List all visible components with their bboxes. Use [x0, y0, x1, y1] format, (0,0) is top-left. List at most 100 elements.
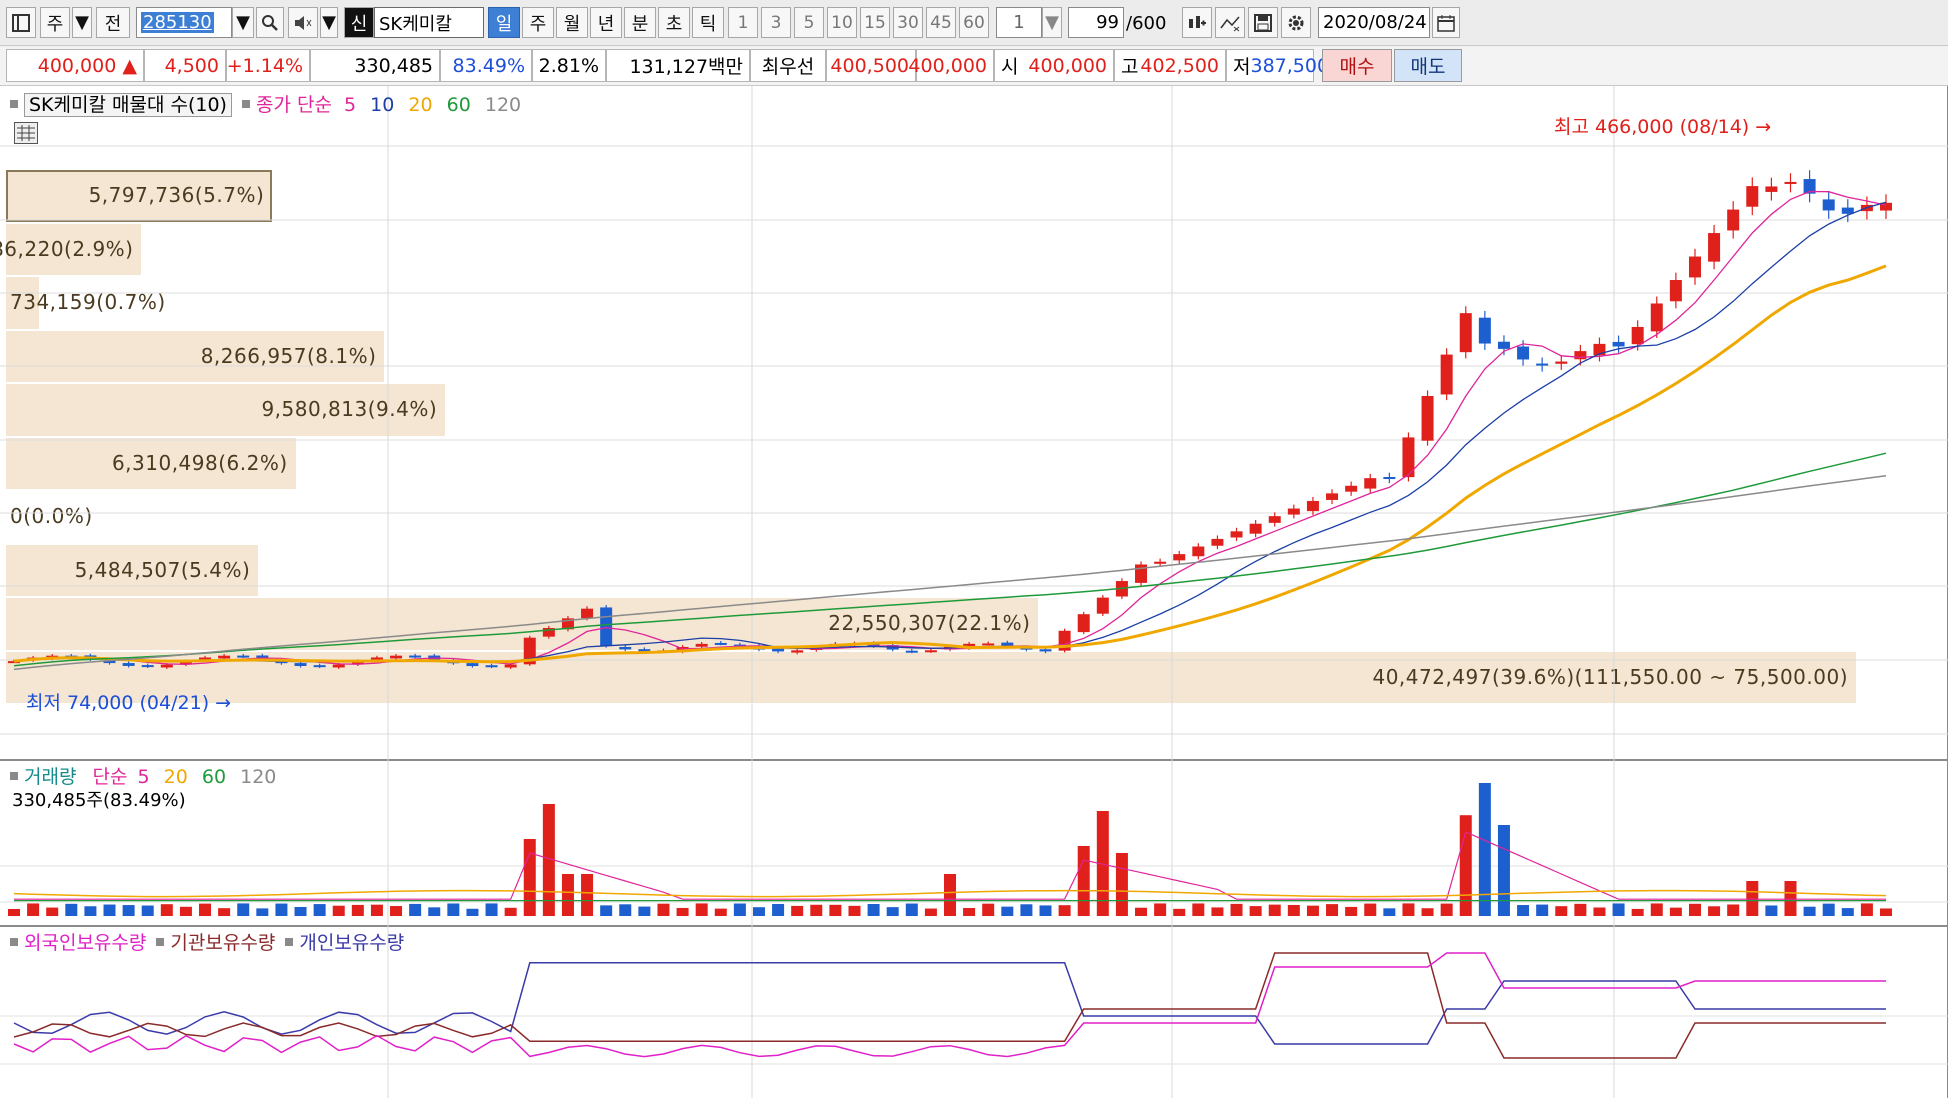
volume-bar — [600, 905, 613, 916]
volume-bar — [1650, 903, 1663, 916]
save-icon[interactable] — [1248, 7, 1278, 38]
period-week[interactable]: 주 — [522, 7, 554, 38]
speaker-icon[interactable] — [288, 7, 318, 38]
best-ask: 400,500 — [826, 49, 916, 82]
volume-bar — [504, 907, 517, 916]
volume-bar — [8, 909, 20, 916]
volume-bar — [1135, 907, 1148, 916]
candle-body — [1612, 341, 1625, 347]
volume-bar — [695, 903, 708, 916]
layout-icon[interactable] — [6, 7, 36, 38]
candle-body — [1765, 186, 1778, 192]
candle-body — [905, 650, 918, 653]
volume-bar — [409, 903, 422, 916]
candle-body — [1708, 233, 1721, 262]
interval-15[interactable]: 15 — [860, 7, 890, 38]
candle-body — [218, 655, 231, 659]
volume-bar — [46, 907, 59, 916]
volume-bar — [714, 908, 727, 916]
individual-holdings-line — [13, 962, 1886, 1045]
interval-1[interactable]: 1 — [728, 7, 758, 38]
speaker-dropdown-icon[interactable]: ▼ — [320, 7, 338, 38]
stock-name-field[interactable]: SK케미칼 — [374, 7, 484, 38]
period-second[interactable]: 초 — [658, 7, 690, 38]
ma60-legend[interactable]: 60 — [447, 94, 471, 116]
individual-holdings-legend[interactable]: 개인보유수량 — [299, 932, 404, 954]
vol-ma20-legend[interactable]: 20 — [164, 766, 188, 788]
stock-code-input[interactable]: 285130 — [136, 7, 232, 38]
stock-type-select[interactable]: 주 — [40, 7, 70, 38]
vol-ma60-legend[interactable]: 60 — [202, 766, 226, 788]
candle-body — [1173, 554, 1186, 561]
interval-input[interactable]: 1 — [996, 7, 1042, 38]
right-arrow-icon: → — [1755, 116, 1772, 138]
high-annotation: 최고 466,000 (08/14) → — [1554, 116, 1772, 138]
ma10-line — [13, 201, 1887, 663]
volume-bar — [581, 874, 594, 916]
candle-body — [390, 655, 403, 659]
volume-bar — [752, 907, 765, 916]
volume-bar — [772, 903, 785, 916]
ma-label[interactable]: 종가 단순 — [256, 94, 332, 116]
volume-bar — [1784, 881, 1797, 916]
indicator-icon[interactable] — [1182, 7, 1212, 38]
stock-type-dropdown-icon[interactable]: ▼ — [72, 7, 92, 38]
volume-ma-label[interactable]: 단순 — [93, 766, 128, 788]
candle-body — [1039, 649, 1052, 652]
volume-bar — [1173, 908, 1186, 916]
period-year[interactable]: 년 — [590, 7, 622, 38]
candle-body — [141, 665, 154, 668]
foreign-holdings-legend[interactable]: 외국인보유수량 — [24, 932, 146, 954]
turnover: 2.81% — [532, 49, 606, 82]
volume-bar — [390, 906, 403, 916]
interval-10[interactable]: 10 — [827, 7, 857, 38]
ma10-legend[interactable]: 10 — [370, 94, 394, 116]
ma5-legend[interactable]: 5 — [344, 94, 356, 116]
volume-bar — [1211, 907, 1224, 916]
vol-ma5-legend[interactable]: 5 — [138, 766, 150, 788]
ma120-legend[interactable]: 120 — [485, 94, 521, 116]
calendar-icon[interactable] — [1432, 7, 1460, 38]
candle-body — [294, 663, 307, 667]
table-icon[interactable] — [14, 122, 38, 144]
candle-body — [1230, 531, 1243, 538]
volume-ratio: 83.49% — [440, 49, 532, 82]
search-icon[interactable] — [256, 7, 284, 38]
date-input[interactable]: 2020/08/24 — [1318, 7, 1430, 38]
trendline-icon[interactable] — [1215, 7, 1245, 38]
period-tick[interactable]: 틱 — [692, 7, 724, 38]
gear-icon[interactable] — [1281, 7, 1311, 38]
institution-holdings-legend[interactable]: 기관보유수량 — [170, 932, 275, 954]
volume-title[interactable]: 거래량 — [24, 766, 76, 788]
buy-button[interactable]: 매수 — [1322, 49, 1392, 82]
interval-5[interactable]: 5 — [794, 7, 824, 38]
up-arrow-icon: ▲ — [122, 54, 137, 77]
sell-button[interactable]: 매도 — [1394, 49, 1462, 82]
volume-profile-legend[interactable]: SK케미칼 매물대 수(10) — [24, 93, 232, 117]
interval-45[interactable]: 45 — [926, 7, 956, 38]
volume-bar — [963, 908, 976, 916]
volume-bar — [1230, 903, 1243, 916]
volume-bar — [466, 908, 479, 916]
candle-body — [1249, 523, 1262, 534]
volume-bar — [351, 904, 364, 916]
volume-bar — [886, 907, 899, 916]
interval-3[interactable]: 3 — [761, 7, 791, 38]
interval-30[interactable]: 30 — [893, 7, 923, 38]
candle-body — [1459, 313, 1472, 353]
count-input[interactable]: 99 — [1068, 7, 1124, 38]
volume-bar — [1841, 908, 1854, 916]
period-day[interactable]: 일 — [488, 7, 520, 38]
interval-60[interactable]: 60 — [959, 7, 989, 38]
prev-button[interactable]: 전 — [96, 7, 130, 38]
candle-body — [1192, 546, 1205, 557]
vol-ma120-legend[interactable]: 120 — [240, 766, 276, 788]
candle-body — [1211, 538, 1224, 546]
volume-bar — [1364, 903, 1377, 916]
period-month[interactable]: 월 — [556, 7, 588, 38]
code-dropdown-icon[interactable]: ▼ — [232, 7, 254, 38]
interval-dropdown-icon[interactable]: ▼ — [1042, 7, 1062, 38]
ma20-legend[interactable]: 20 — [408, 94, 432, 116]
candle-body — [160, 664, 173, 668]
period-minute[interactable]: 분 — [624, 7, 656, 38]
